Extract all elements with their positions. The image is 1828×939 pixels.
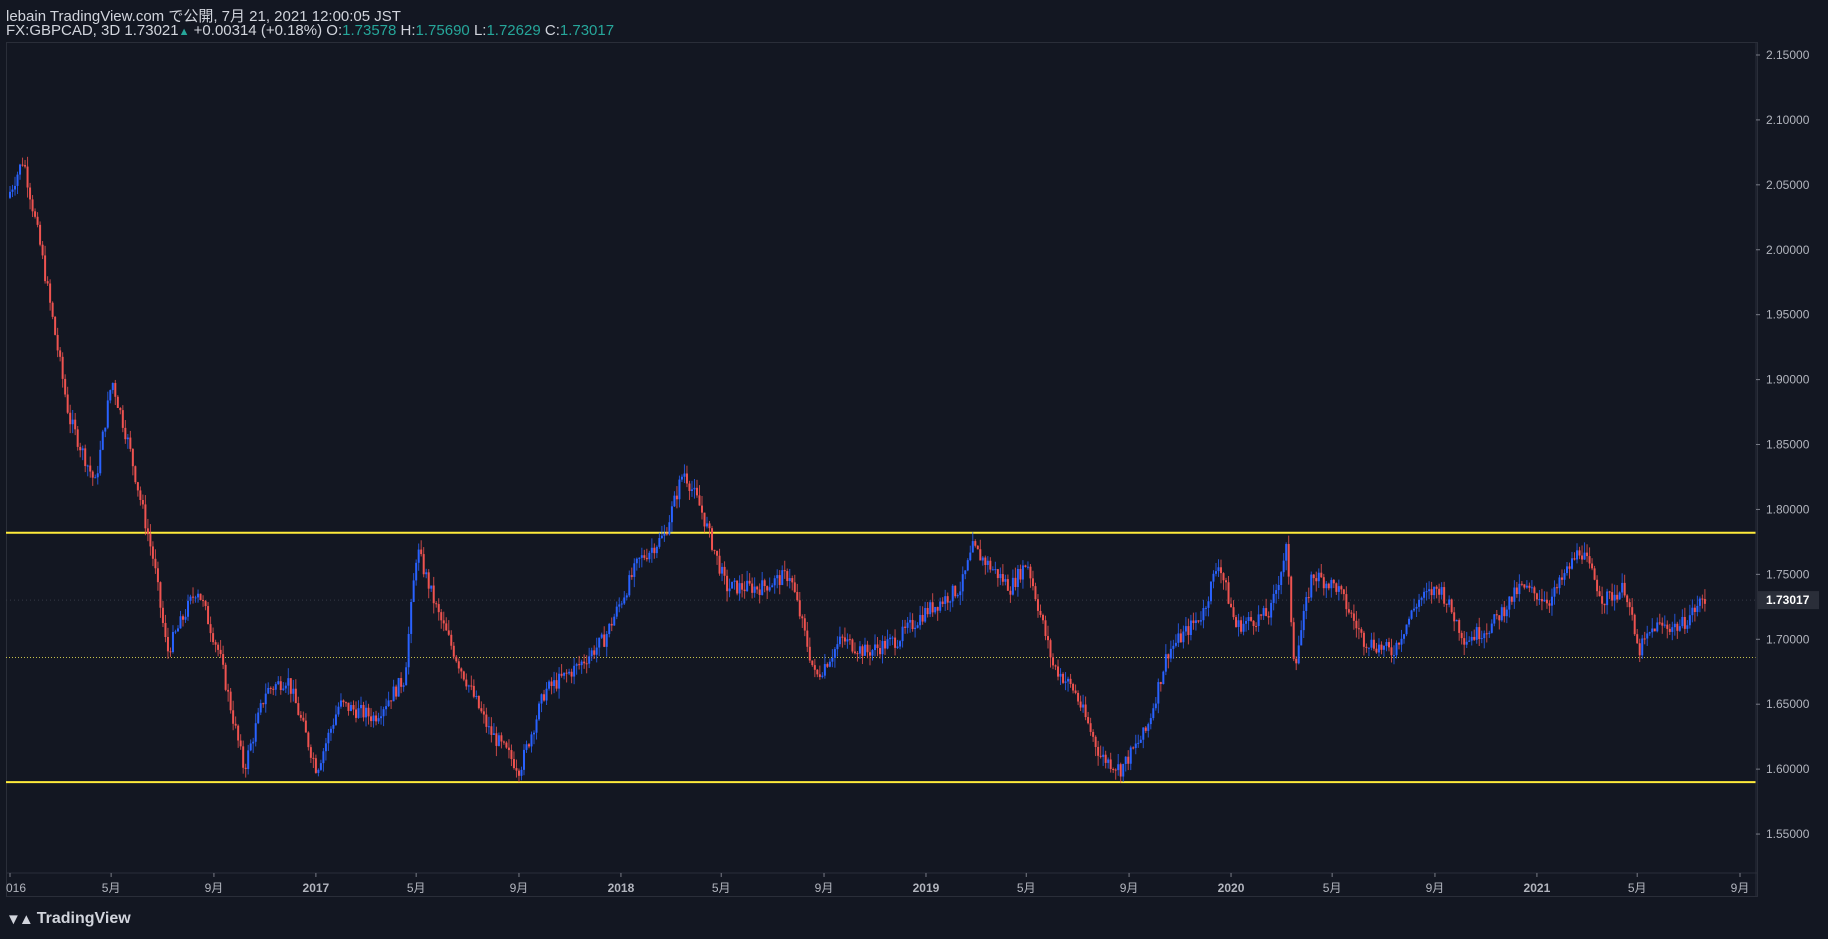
ohlc-legend: FX:GBPCAD, 3D 1.73021▲ +0.00314 (+0.18%)… — [6, 22, 614, 39]
y-tick-label: 2.10000 — [1766, 113, 1810, 127]
chart-frame[interactable] — [6, 42, 1758, 897]
open-label: O: — [326, 22, 343, 39]
y-tick-label: 2.15000 — [1766, 48, 1810, 62]
y-tick-label: 1.65000 — [1766, 697, 1810, 711]
price-axis: 2.15000 2.10000 2.05000 2.00000 1.95000 1.900… — [1756, 48, 1819, 841]
y-tick-label: 2.05000 — [1766, 178, 1810, 192]
low-value: 1.72629 — [486, 22, 541, 39]
tradingview-logo-icon: ▼▲ — [6, 910, 34, 928]
up-arrow-icon: ▲ — [178, 26, 190, 38]
low-label: L: — [473, 22, 487, 39]
price-change: +0.00314 (+0.18%) — [193, 22, 323, 39]
y-tick-label: 1.60000 — [1766, 762, 1810, 776]
y-tick-label: 1.90000 — [1766, 373, 1810, 387]
tradingview-logo-text: TradingView — [36, 910, 131, 927]
open-value: 1.73578 — [342, 22, 397, 39]
y-tick-label: 1.95000 — [1766, 308, 1810, 322]
current-price-box — [1757, 591, 1819, 610]
last-price: 1.73021 — [124, 22, 179, 39]
close-value: 1.73017 — [559, 22, 615, 39]
high-value: 1.75690 — [415, 22, 470, 39]
symbol-label: FX:GBPCAD, 3D — [6, 22, 121, 39]
y-tick-label: 2.00000 — [1766, 243, 1810, 257]
high-label: H: — [400, 22, 416, 39]
tradingview-logo[interactable]: ▼▲ TradingView — [6, 910, 131, 928]
close-label: C: — [544, 22, 560, 39]
y-tick-label: 1.85000 — [1766, 438, 1810, 452]
current-price-label: 1.73017 — [1766, 593, 1810, 607]
y-tick-label: 1.75000 — [1766, 567, 1810, 581]
y-tick-label: 1.55000 — [1766, 827, 1810, 841]
y-tick-label: 1.70000 — [1766, 632, 1810, 646]
y-tick-label: 1.80000 — [1766, 502, 1810, 516]
